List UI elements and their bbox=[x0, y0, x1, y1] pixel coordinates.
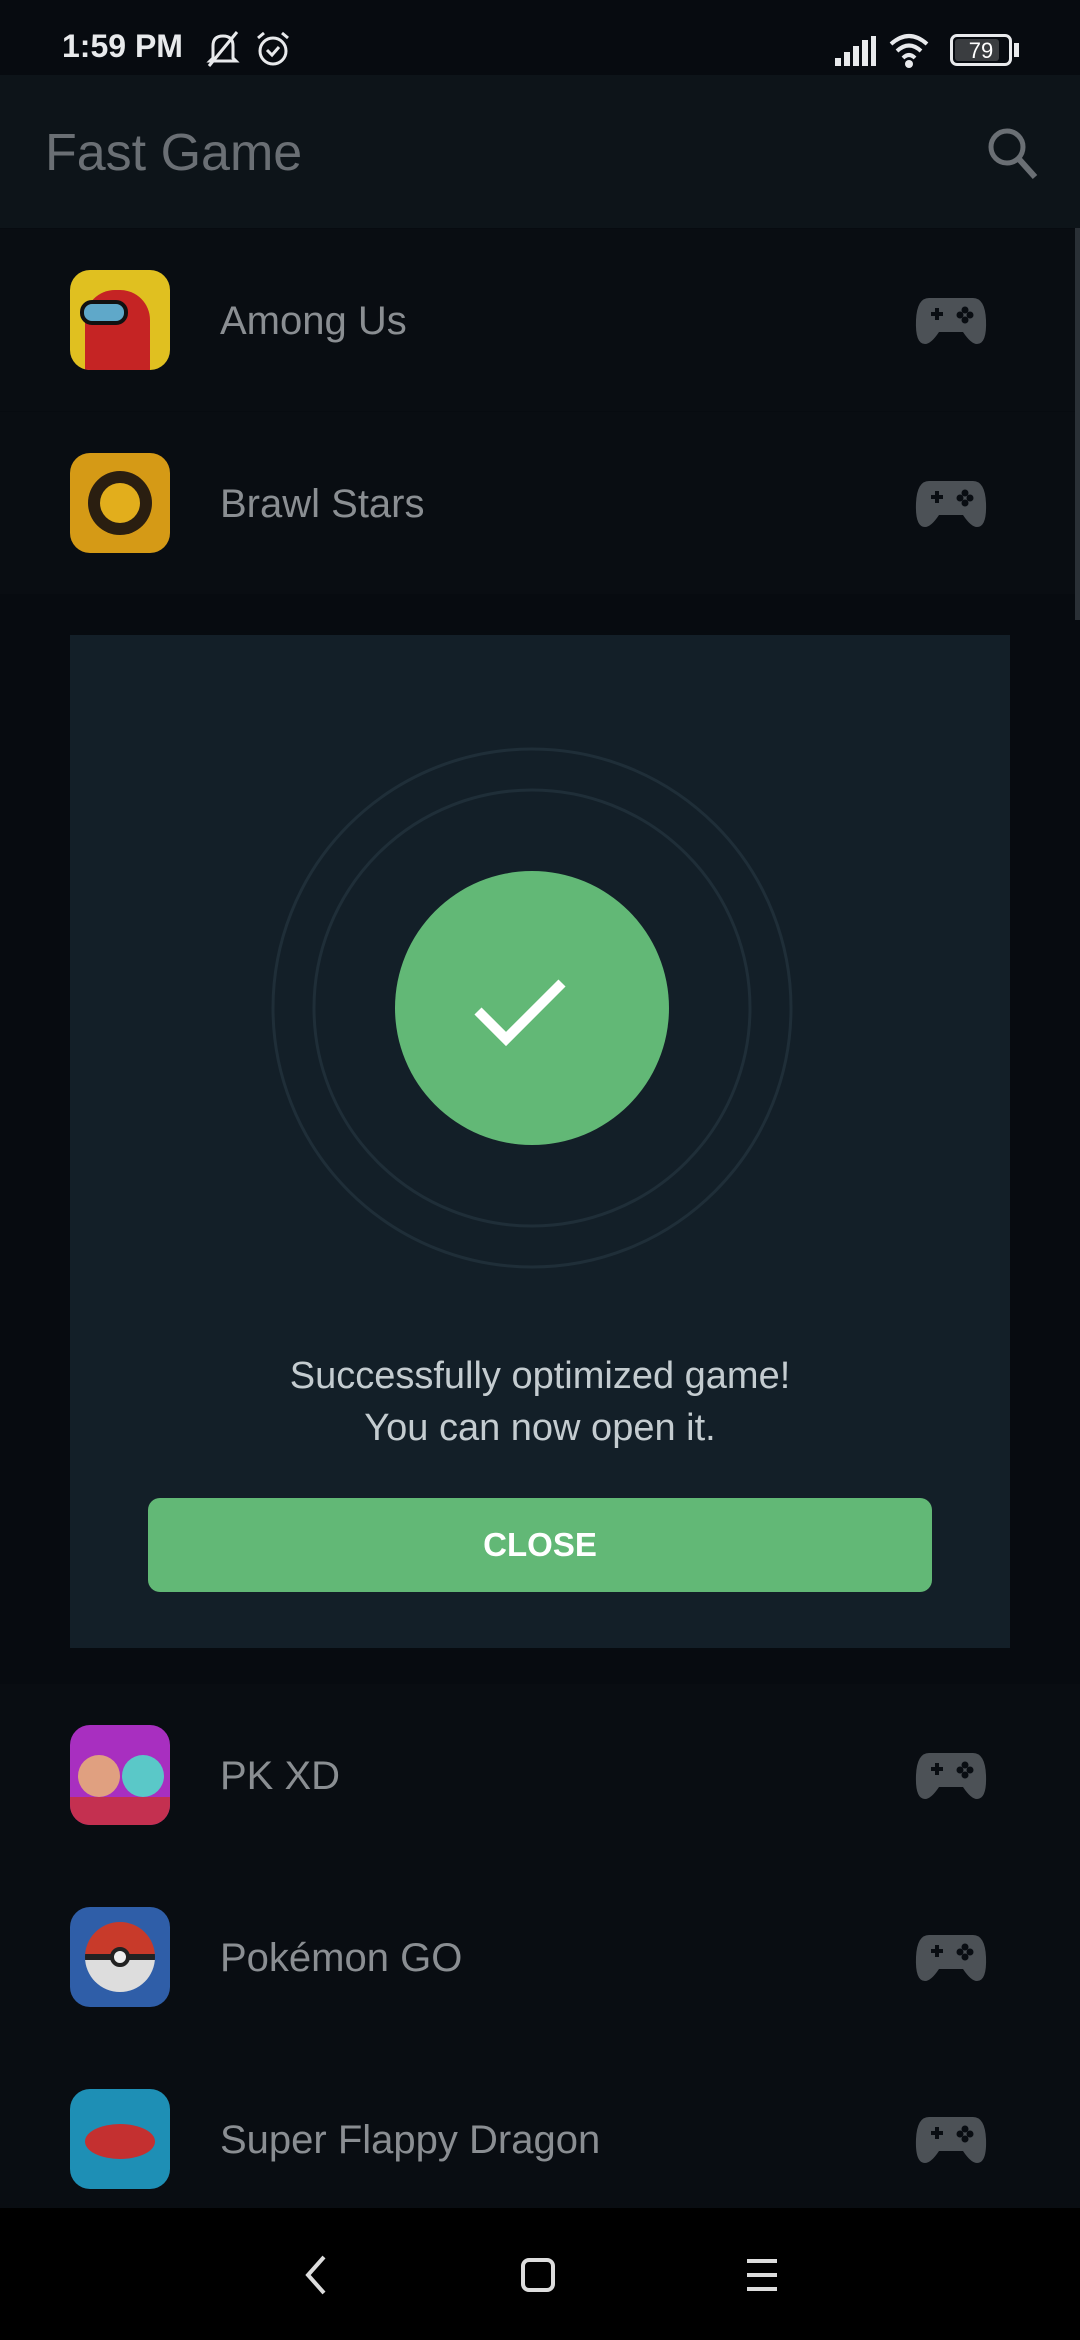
list-item[interactable]: Pokémon GO bbox=[0, 1866, 1080, 2048]
message-line-1: Successfully optimized game! bbox=[289, 1355, 791, 1397]
gamepad-icon[interactable] bbox=[915, 292, 987, 348]
gamepad-icon[interactable] bbox=[915, 1929, 987, 1985]
recents-icon[interactable] bbox=[744, 2253, 780, 2297]
list-item[interactable]: Among Us bbox=[0, 229, 1080, 411]
game-icon bbox=[70, 2089, 170, 2189]
gamepad-icon[interactable] bbox=[915, 475, 987, 531]
status-time: 1:59 PM bbox=[62, 28, 183, 64]
status-bar: 1:59 PM 79 bbox=[0, 0, 1080, 75]
success-message: Successfully optimized game! You can now… bbox=[70, 1350, 1010, 1454]
success-rings bbox=[271, 747, 793, 1269]
bell-off-icon bbox=[206, 31, 240, 67]
page-title: Fast Game bbox=[45, 124, 303, 182]
alarm-icon bbox=[257, 31, 289, 66]
battery-level: 79 bbox=[968, 38, 994, 63]
game-name: Among Us bbox=[220, 299, 407, 343]
home-icon[interactable] bbox=[520, 2253, 556, 2297]
game-icon bbox=[70, 1725, 170, 1825]
game-name: PK XD bbox=[220, 1754, 341, 1798]
wifi-icon bbox=[889, 34, 929, 68]
game-name: Brawl Stars bbox=[220, 482, 425, 526]
game-icon bbox=[70, 453, 170, 553]
list-item[interactable]: PK XD bbox=[0, 1684, 1080, 1866]
signal-icon bbox=[835, 36, 876, 66]
list-item[interactable]: Brawl Stars bbox=[0, 412, 1080, 594]
battery-icon: 79 bbox=[950, 34, 1012, 66]
gamepad-icon[interactable] bbox=[915, 2111, 987, 2167]
game-name: Super Flappy Dragon bbox=[220, 2118, 601, 2162]
game-icon bbox=[70, 270, 170, 370]
search-icon[interactable] bbox=[985, 125, 1041, 181]
navigation-bar bbox=[0, 2208, 1080, 2340]
close-button[interactable]: CLOSE bbox=[148, 1498, 932, 1592]
game-name: Pokémon GO bbox=[220, 1936, 463, 1980]
list-item[interactable]: Super Flappy Dragon bbox=[0, 2048, 1080, 2230]
back-icon[interactable] bbox=[300, 2253, 334, 2297]
gamepad-icon[interactable] bbox=[915, 1747, 987, 1803]
game-icon bbox=[70, 1907, 170, 2007]
message-line-2: You can now open it. bbox=[364, 1407, 716, 1449]
success-dialog: Successfully optimized game! You can now… bbox=[70, 635, 1010, 1648]
app-bar: Fast Game bbox=[0, 75, 1080, 228]
scrollbar[interactable] bbox=[1075, 228, 1080, 620]
